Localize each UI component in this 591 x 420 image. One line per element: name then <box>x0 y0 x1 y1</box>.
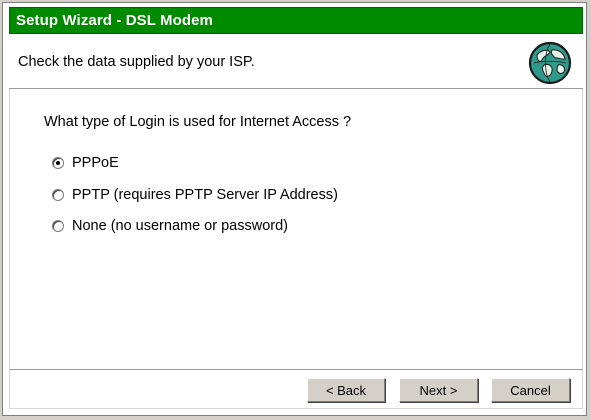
option-pptp[interactable]: PPTP (requires PPTP Server IP Address) <box>52 185 338 205</box>
pptp-radio[interactable] <box>52 189 64 201</box>
wizard-content: What type of Login is used for Internet … <box>9 89 583 369</box>
window-title: Setup Wizard - DSL Modem <box>16 12 213 29</box>
none-radio[interactable] <box>52 220 64 232</box>
header-instruction: Check the data supplied by your ISP. <box>18 54 255 70</box>
option-pppoe[interactable]: PPPoE <box>52 153 119 173</box>
next-button[interactable]: Next > <box>399 378 478 402</box>
cancel-button[interactable]: Cancel <box>491 378 570 402</box>
title-bar: Setup Wizard - DSL Modem <box>9 7 583 34</box>
option-label: PPPoE <box>72 155 119 171</box>
wizard-header: Check the data supplied by your ISP. <box>9 36 583 89</box>
login-type-question: What type of Login is used for Internet … <box>44 114 352 130</box>
option-none[interactable]: None (no username or password) <box>52 216 288 236</box>
globe-icon <box>528 41 572 85</box>
pppoe-radio[interactable] <box>52 157 64 169</box>
option-label: None (no username or password) <box>72 218 288 234</box>
wizard-footer: < Back Next > Cancel <box>9 369 583 409</box>
option-label: PPTP (requires PPTP Server IP Address) <box>72 187 338 203</box>
back-button[interactable]: < Back <box>307 378 385 402</box>
